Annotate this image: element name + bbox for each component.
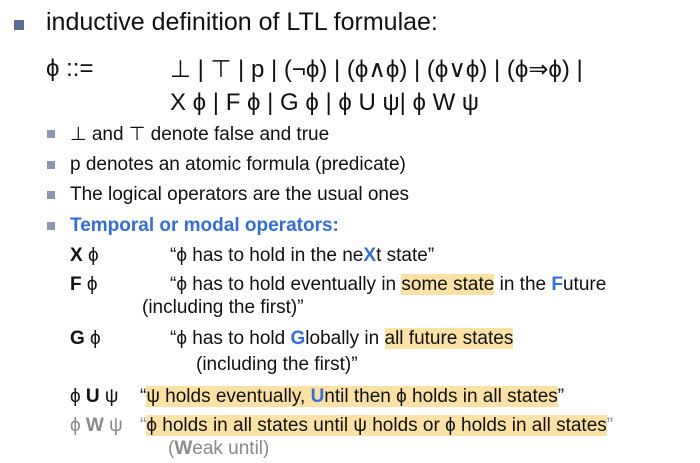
desc-text: “ϕ has to hold in the ne [170,245,364,266]
operator-letter: W [85,415,104,436]
quote-mark: ” [557,386,565,407]
operator-letter: U [85,386,100,407]
operator-arg: ϕ [70,386,86,407]
mnemonic-letter: U [310,386,325,407]
desc-text: uture [562,274,607,295]
mnemonic-letter: F [551,274,563,295]
mnemonic-letter: G [290,328,306,349]
highlighted-phrase: some state [401,274,495,295]
note-false-true: ⊥ and ⊤ denote false and true [70,124,330,145]
operator-w-description: “ϕ holds in all states until ψ holds or … [140,415,613,437]
operator-f-symbol: F ϕ [70,274,98,296]
operator-w-note: (Weak until) [168,438,269,460]
operator-u-description: “ψ holds eventually, Until then ϕ holds … [140,386,564,408]
sub-bullet [47,191,55,199]
operator-arg: ϕ [81,274,98,295]
sub-bullet [47,161,55,169]
operator-arg: ϕ [70,415,86,436]
operator-letter: G [70,328,85,349]
sub-bullet [47,130,55,138]
operator-arg: ϕ [84,328,101,349]
mnemonic-letter: X [363,245,377,266]
main-bullet [14,20,24,30]
operator-g-symbol: G ϕ [70,328,101,350]
mnemonic-letter: W [174,438,193,459]
operator-arg: ψ [99,386,119,407]
desc-text: in the [494,274,552,295]
note-logical-operators: The logical operators are the usual ones [70,184,410,205]
operator-w-symbol: ϕ W ψ [70,415,123,437]
note-temporal-heading: Temporal or modal operators: [70,215,339,236]
highlighted-phrase: ψ holds eventually, Until then ϕ holds i… [146,386,558,407]
note-atomic: p denotes an atomic formula (predicate) [70,154,406,175]
desc-text: ntil then ϕ holds in all states [324,386,558,407]
desc-text: t state” [376,245,435,266]
grammar-line-1: ⊥ | ⊤ | p | (¬ϕ) | (ϕ∧ϕ) | (ϕ∨ϕ) | (ϕ⇒ϕ)… [170,56,583,83]
operator-g-description: “ϕ has to hold Globally in all future st… [170,328,514,350]
operator-f-description: “ϕ has to hold eventually in some state … [170,274,606,296]
operator-g-description-line2: (including the first)” [196,354,358,375]
operator-letter: F [70,274,82,295]
operator-x-symbol: X ϕ [70,245,99,267]
operator-arg: ψ [103,415,123,436]
desc-text: lobally in [305,328,385,349]
note-text: eak until) [192,438,270,459]
operator-f-description-line2: (including the first)” [142,297,304,318]
desc-text: “ϕ has to hold eventually in [170,274,402,295]
desc-text: ψ holds eventually, [146,386,311,407]
desc-text: “ϕ has to hold [170,328,291,349]
sub-bullet [47,222,55,230]
quote-mark: ” [606,415,614,436]
highlighted-phrase: ϕ holds in all states until ψ holds or ϕ… [146,415,607,436]
operator-letter: X [70,245,83,266]
grammar-lhs: ϕ ::= [46,55,94,82]
operator-u-symbol: ϕ U ψ [70,386,118,408]
operator-x-description: “ϕ has to hold in the neXt state” [170,245,434,267]
operator-arg: ϕ [82,245,99,266]
highlighted-phrase: all future states [384,328,514,349]
grammar-line-2: X ϕ | F ϕ | G ϕ | ϕ U ψ| ϕ W ψ [170,89,480,116]
slide-heading: inductive definition of LTL formulae: [46,8,438,36]
